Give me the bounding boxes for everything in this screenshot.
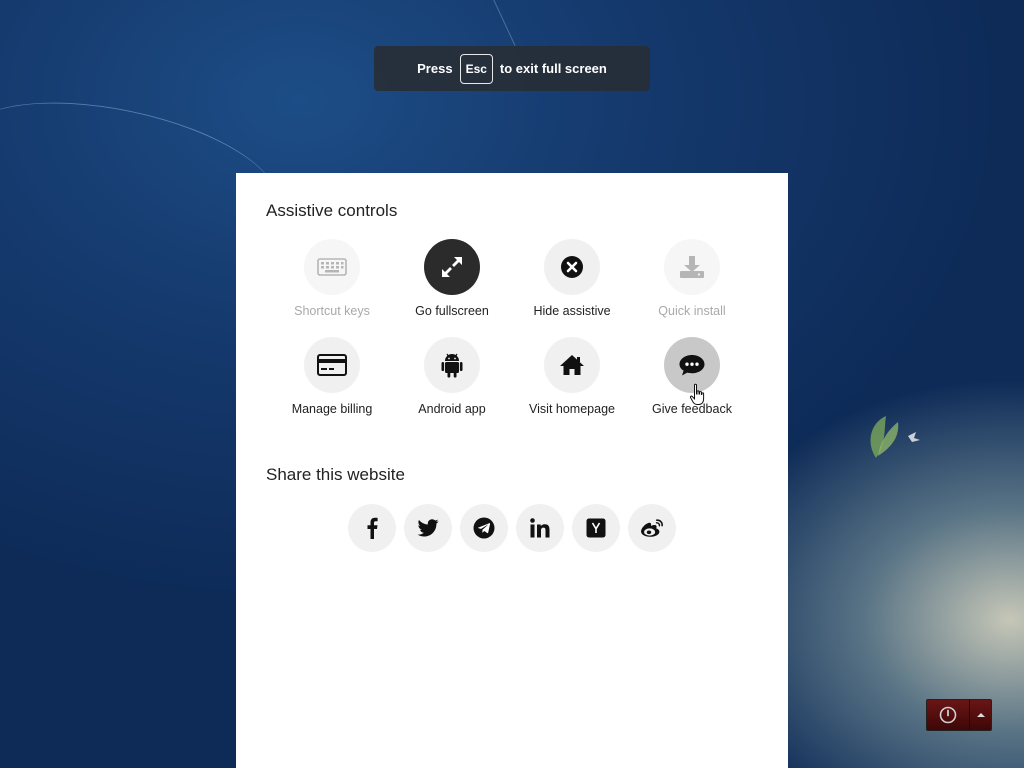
hacker-news-icon <box>586 518 606 538</box>
telegram-icon <box>473 517 495 539</box>
manage-billing-circle <box>304 337 360 393</box>
android-app-circle <box>424 337 480 393</box>
assistive-panel: Assistive controls Shortcut keys Go full… <box>236 173 788 768</box>
manage-billing-label: Manage billing <box>291 402 373 416</box>
hide-assistive-button[interactable]: Hide assistive <box>512 239 632 323</box>
esc-key-badge: Esc <box>459 53 493 84</box>
assistive-controls-title: Assistive controls <box>266 201 398 220</box>
share-linkedin-button[interactable] <box>516 504 564 552</box>
quick-install-label: Quick install <box>658 304 726 318</box>
shortcut-keys-label: Shortcut keys <box>294 304 370 318</box>
give-feedback-label: Give feedback <box>652 402 732 416</box>
assistive-controls-grid: Shortcut keys Go fullscreen Hide assisti… <box>272 239 752 421</box>
share-weibo-button[interactable] <box>628 504 676 552</box>
visit-homepage-circle <box>544 337 600 393</box>
shortcut-keys-button[interactable]: Shortcut keys <box>272 239 392 323</box>
go-fullscreen-label: Go fullscreen <box>415 304 489 318</box>
facebook-icon <box>367 517 378 539</box>
go-fullscreen-button[interactable]: Go fullscreen <box>392 239 512 323</box>
share-twitter-button[interactable] <box>404 504 452 552</box>
fullscreen-hint-suffix: to exit full screen <box>499 61 607 76</box>
tray-expand-button[interactable] <box>970 700 991 730</box>
share-hacker-news-button[interactable] <box>572 504 620 552</box>
visit-homepage-label: Visit homepage <box>529 402 615 416</box>
android-icon <box>441 353 463 378</box>
share-buttons <box>348 504 676 552</box>
twitter-icon <box>417 519 439 537</box>
android-app-label: Android app <box>418 402 486 416</box>
power-icon <box>939 706 957 724</box>
wallpaper-leaf-icon <box>870 416 920 458</box>
close-circle-icon <box>561 256 583 278</box>
share-facebook-button[interactable] <box>348 504 396 552</box>
share-telegram-button[interactable] <box>460 504 508 552</box>
give-feedback-button[interactable]: Give feedback <box>632 337 752 421</box>
power-button[interactable] <box>927 700 970 730</box>
give-feedback-circle <box>664 337 720 393</box>
linkedin-icon <box>530 518 550 538</box>
quick-install-button[interactable]: Quick install <box>632 239 752 323</box>
fullscreen-hint: Press Esc to exit full screen <box>374 46 650 91</box>
shortcut-keys-circle <box>304 239 360 295</box>
download-icon <box>680 256 704 278</box>
android-app-button[interactable]: Android app <box>392 337 512 421</box>
go-fullscreen-circle <box>424 239 480 295</box>
wallpaper-streak <box>489 0 552 46</box>
hide-assistive-label: Hide assistive <box>533 304 611 318</box>
tray-widget <box>926 699 992 731</box>
weibo-icon <box>641 519 663 537</box>
up-arrow-icon <box>976 713 985 717</box>
expand-icon <box>442 257 462 277</box>
chat-bubble-icon <box>679 355 705 376</box>
hide-assistive-circle <box>544 239 600 295</box>
visit-homepage-button[interactable]: Visit homepage <box>512 337 632 421</box>
home-icon <box>560 355 584 375</box>
quick-install-circle <box>664 239 720 295</box>
credit-card-icon <box>317 354 347 376</box>
share-title: Share this website <box>266 465 405 484</box>
fullscreen-hint-prefix: Press <box>417 61 453 76</box>
keyboard-icon <box>317 258 347 276</box>
manage-billing-button[interactable]: Manage billing <box>272 337 392 421</box>
